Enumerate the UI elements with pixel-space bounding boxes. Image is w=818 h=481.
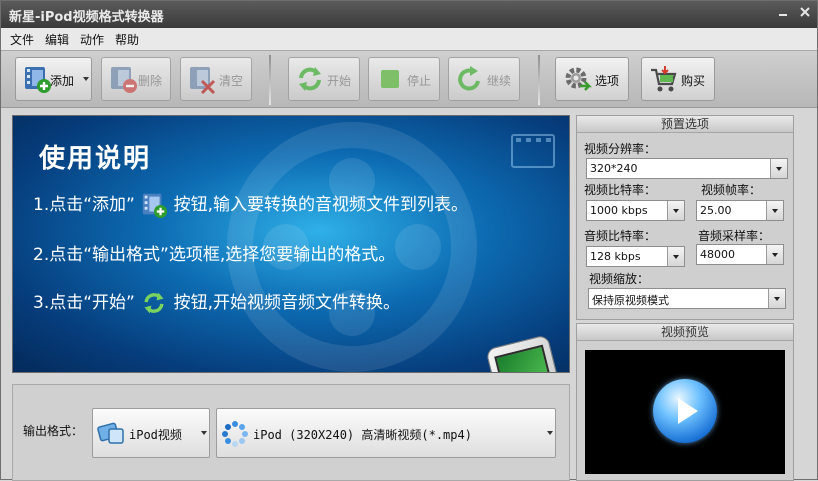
minimize-icon [779,14,787,16]
output-format-label: 输出格式： [23,424,84,438]
close-icon [800,7,810,17]
frame-rate-select[interactable]: 25.00 [696,200,784,221]
instruction-step-2: 2.点击“输出格式”选项框,选择您要输出的格式。 [33,245,396,265]
add-dropdown-caret[interactable] [83,77,89,81]
dropdown-arrow-icon[interactable] [667,247,684,266]
video-preview-header: 视频预览 [577,324,793,341]
app-window: 新星-iPod视频格式转换器 文件 编辑 动作 帮助 添加 删除 清空 开始 停… [0,0,818,481]
remove-button[interactable]: 删除 [101,57,171,101]
film-add-icon [143,193,168,219]
audio-bitrate-value: 128 kbps [590,250,641,263]
stop-button[interactable]: 停止 [368,57,440,101]
buy-label: 购买 [681,74,706,88]
add-button[interactable]: 添加 [15,57,92,101]
video-bitrate-label: 视频比特率： [584,183,657,197]
clear-label: 清空 [219,74,244,88]
video-bitrate-select[interactable]: 1000 kbps [586,200,685,221]
resolution-select[interactable]: 320*240 [586,158,788,179]
shopping-cart-icon [651,66,677,92]
menu-bar: 文件 编辑 动作 帮助 [1,28,817,50]
add-label: 添加 [50,74,75,88]
resume-icon [458,66,480,91]
step-3-text-a: 3.点击“开始” [33,293,135,313]
resolution-value: 320*240 [590,162,638,175]
stop-icon [381,70,399,88]
dropdown-arrow-icon [547,431,553,435]
output-category-value: iPod视频 [129,428,182,442]
start-label: 开始 [327,74,352,88]
instruction-step-3: 3.点击“开始” 按钮,开始视频音频文件转换。 [33,288,400,316]
banner-title: 使用说明 [39,144,152,174]
menu-help[interactable]: 帮助 [115,31,139,48]
dropdown-arrow-icon[interactable] [667,201,684,220]
dots-spinner-icon [222,421,248,447]
audio-bitrate-select[interactable]: 128 kbps [586,246,685,267]
output-profile-value: iPod (320X240) 高清晰视频(*.mp4) [253,428,472,442]
video-scale-label: 视频缩放： [589,272,650,286]
resolution-label: 视频分辨率： [584,142,657,156]
resume-label: 继续 [487,74,512,88]
video-scale-select[interactable]: 保持原视频模式 [588,288,786,309]
instruction-step-1: 1.点击“添加” 按钮,输入要转换的音视频文件到列表。 [33,190,468,219]
frame-rate-label: 视频帧率： [701,183,762,197]
toolbar-separator [269,55,271,105]
film-strip-icon [511,134,555,168]
dropdown-arrow-icon[interactable] [770,159,787,178]
sample-rate-label: 音频采样率： [698,229,771,243]
film-remove-icon [111,67,137,93]
instructions-banner: 使用说明 1.点击“添加” 按钮,输入要转换的音视频文件到列表。 2.点击“输出… [12,115,570,373]
minimize-button[interactable] [775,5,791,21]
start-button[interactable]: 开始 [288,57,360,101]
toolbar: 添加 删除 清空 开始 停止 继续 选项 购买 [1,50,817,108]
gear-icon [565,67,592,91]
film-add-icon [25,67,51,93]
step-1-text-a: 1.点击“添加” [33,195,135,215]
ipod-video-icon [97,422,124,444]
output-profile-select[interactable]: iPod (320X240) 高清晰视频(*.mp4) [216,408,556,458]
menu-file[interactable]: 文件 [10,31,34,48]
dropdown-arrow-icon[interactable] [766,245,783,264]
film-clear-icon [190,67,216,94]
stop-label: 停止 [407,74,432,88]
menu-action[interactable]: 动作 [80,31,104,48]
video-bitrate-value: 1000 kbps [590,204,648,217]
audio-bitrate-label: 音频比特率： [584,229,657,243]
options-label: 选项 [595,74,620,88]
frame-rate-value: 25.00 [700,204,732,217]
window-title: 新星-iPod视频格式转换器 [9,10,164,25]
dropdown-arrow-icon[interactable] [768,289,785,308]
refresh-start-icon [144,292,164,314]
step-3-text-b: 按钮,开始视频音频文件转换。 [173,293,401,313]
play-icon[interactable] [653,379,717,443]
ipod-illustration [485,334,569,372]
menu-edit[interactable]: 编辑 [45,31,69,48]
refresh-start-icon [299,67,321,91]
clear-button[interactable]: 清空 [180,57,252,101]
step-1-text-b: 按钮,输入要转换的音视频文件到列表。 [173,195,469,215]
title-bar: 新星-iPod视频格式转换器 [1,1,817,28]
dropdown-arrow-icon [201,431,207,435]
preset-options-header: 预置选项 [577,116,793,133]
video-scale-value: 保持原视频模式 [592,294,669,307]
dropdown-arrow-icon[interactable] [766,201,783,220]
sample-rate-value: 48000 [700,248,735,261]
close-button[interactable] [797,5,813,21]
output-category-select[interactable]: iPod视频 [92,408,210,458]
sample-rate-select[interactable]: 48000 [696,244,784,265]
options-button[interactable]: 选项 [555,57,629,101]
toolbar-separator [538,55,540,105]
buy-button[interactable]: 购买 [641,57,715,101]
resume-button[interactable]: 继续 [448,57,520,101]
remove-label: 删除 [138,74,163,88]
